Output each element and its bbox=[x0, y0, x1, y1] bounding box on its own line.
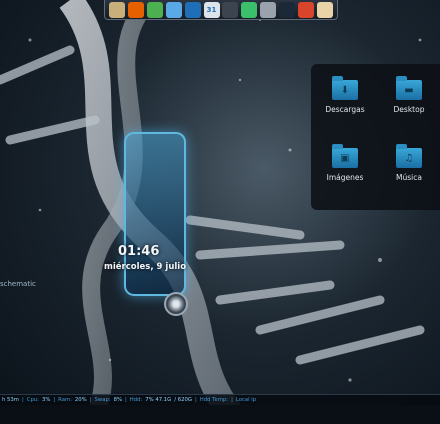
separator: | bbox=[194, 397, 197, 403]
steam-icon[interactable] bbox=[278, 1, 295, 18]
separator: | bbox=[21, 397, 24, 403]
separator: | bbox=[53, 397, 56, 403]
application-dock: 31 bbox=[104, 0, 338, 20]
swap-label: Swap: bbox=[94, 397, 111, 403]
firefox-icon[interactable] bbox=[128, 1, 145, 18]
weather-icon[interactable] bbox=[165, 1, 182, 18]
settings-gear-icon[interactable] bbox=[260, 1, 277, 18]
hdd-temp-label: Hdd Temp: bbox=[199, 397, 229, 403]
terminal-icon[interactable] bbox=[184, 1, 201, 18]
desktop-item-label: Imágenes bbox=[326, 173, 364, 182]
desktop-item-label: Música bbox=[396, 173, 422, 182]
bottom-panel bbox=[0, 405, 440, 424]
chrome-icon[interactable] bbox=[147, 1, 164, 18]
clock-time: 01:46 bbox=[118, 244, 160, 259]
ghost-icon[interactable] bbox=[241, 1, 258, 18]
desktop-icons-panel: ⬇ Descargas ▬ Desktop ▣ Imágenes ♫ Músic… bbox=[311, 64, 440, 210]
chromium-icon[interactable] bbox=[297, 1, 314, 18]
desktop-item-label: Descargas bbox=[325, 105, 365, 114]
system-status-bar: h 53m | Cpu: 3% | Ram: 20% | Swap: 8% | … bbox=[0, 394, 440, 405]
uptime-value: h 53m bbox=[2, 397, 19, 403]
cpu-value: 3% bbox=[41, 397, 51, 403]
swap-value: 8% bbox=[113, 397, 122, 403]
camera-lens-icon bbox=[164, 292, 188, 316]
local-ip-label: Local ip bbox=[235, 397, 257, 403]
separator: | bbox=[231, 397, 233, 403]
desktop-item-desktop[interactable]: ▬ Desktop bbox=[379, 76, 439, 114]
desktop-item-label: Desktop bbox=[393, 105, 425, 114]
clock-date: miércoles, 9 julio bbox=[104, 262, 187, 272]
notes-icon[interactable] bbox=[316, 1, 333, 18]
separator: | bbox=[89, 397, 92, 403]
file-manager-icon[interactable] bbox=[109, 1, 126, 18]
download-folder-icon: ⬇ bbox=[332, 76, 358, 100]
desktop-item-descargas[interactable]: ⬇ Descargas bbox=[315, 76, 375, 114]
hdd-total: / 620G bbox=[174, 397, 192, 403]
schematic-label: schematic bbox=[0, 280, 36, 288]
hdd-value: 7% 47.1G bbox=[145, 397, 172, 403]
hdd-label: Hdd: bbox=[129, 397, 143, 403]
desktop-item-musica[interactable]: ♫ Música bbox=[379, 144, 439, 182]
music-folder-icon: ♫ bbox=[396, 144, 422, 168]
system-monitor-icon[interactable] bbox=[222, 1, 239, 18]
ram-label: Ram: bbox=[58, 397, 72, 403]
desktop-folder-icon: ▬ bbox=[396, 76, 422, 100]
image-folder-icon: ▣ bbox=[332, 144, 358, 168]
ram-value: 20% bbox=[74, 397, 87, 403]
desktop-item-imagenes[interactable]: ▣ Imágenes bbox=[315, 144, 375, 182]
separator: | bbox=[125, 397, 127, 403]
cpu-label: Cpu: bbox=[26, 397, 39, 403]
calendar-icon[interactable]: 31 bbox=[203, 1, 220, 18]
